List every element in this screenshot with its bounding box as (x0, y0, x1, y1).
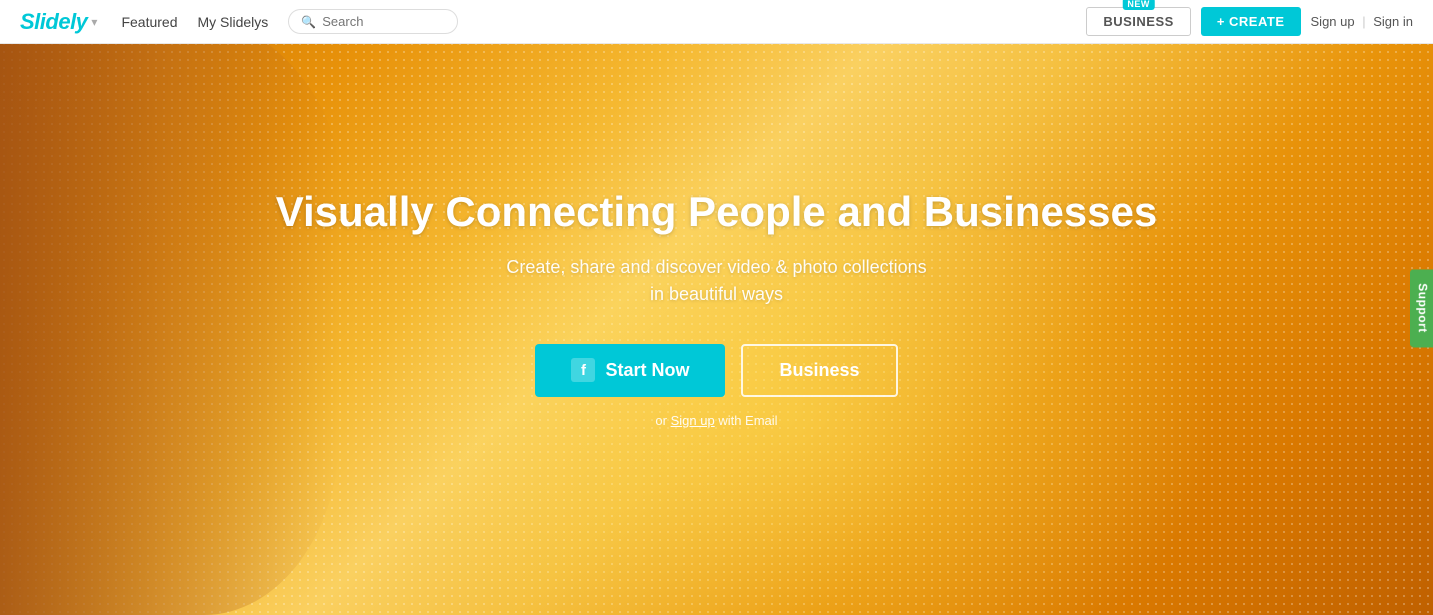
auth-links: Sign up | Sign in (1311, 14, 1413, 29)
facebook-icon: f (571, 358, 595, 382)
nav-right: NEW BUSINESS + CREATE Sign up | Sign in (1086, 7, 1413, 36)
sign-up-link-nav[interactable]: Sign up (1311, 14, 1355, 29)
business-button-nav[interactable]: NEW BUSINESS (1086, 7, 1190, 36)
hero-subtitle-line2: in beautiful ways (650, 284, 783, 304)
hero-or-signup: or Sign up with Email (276, 413, 1158, 428)
start-now-label: Start Now (605, 360, 689, 381)
hero-title: Visually Connecting People and Businesse… (276, 187, 1158, 237)
logo-text: Slidely (20, 9, 87, 35)
hero-subtitle-line1: Create, share and discover video & photo… (506, 257, 926, 277)
search-input[interactable] (322, 14, 445, 29)
search-box[interactable]: 🔍 (288, 9, 458, 34)
search-icon: 🔍 (301, 15, 316, 29)
hero-subtitle: Create, share and discover video & photo… (276, 254, 1158, 308)
sign-up-link-hero[interactable]: Sign up (671, 413, 715, 428)
create-button[interactable]: + CREATE (1201, 7, 1301, 36)
hero-buttons: f Start Now Business (276, 344, 1158, 397)
support-tab[interactable]: Support (1409, 269, 1433, 347)
or-text: or (655, 413, 667, 428)
nav-featured[interactable]: Featured (121, 14, 177, 30)
business-hero-button[interactable]: Business (741, 344, 897, 397)
hero-content: Visually Connecting People and Businesse… (256, 167, 1178, 447)
nav-my-slidelys[interactable]: My Slidelys (198, 14, 269, 30)
logo-dropdown-icon[interactable]: ▾ (91, 15, 97, 29)
logo-area[interactable]: Slidely ▾ (20, 9, 97, 35)
sign-in-link-nav[interactable]: Sign in (1373, 14, 1413, 29)
new-badge: NEW (1122, 0, 1155, 10)
hero-section: Visually Connecting People and Businesse… (0, 0, 1433, 615)
start-now-button[interactable]: f Start Now (535, 344, 725, 397)
with-email-text: with Email (718, 413, 777, 428)
auth-separator: | (1362, 14, 1365, 29)
navbar: Slidely ▾ Featured My Slidelys 🔍 NEW BUS… (0, 0, 1433, 44)
business-button-nav-label: BUSINESS (1103, 14, 1173, 29)
